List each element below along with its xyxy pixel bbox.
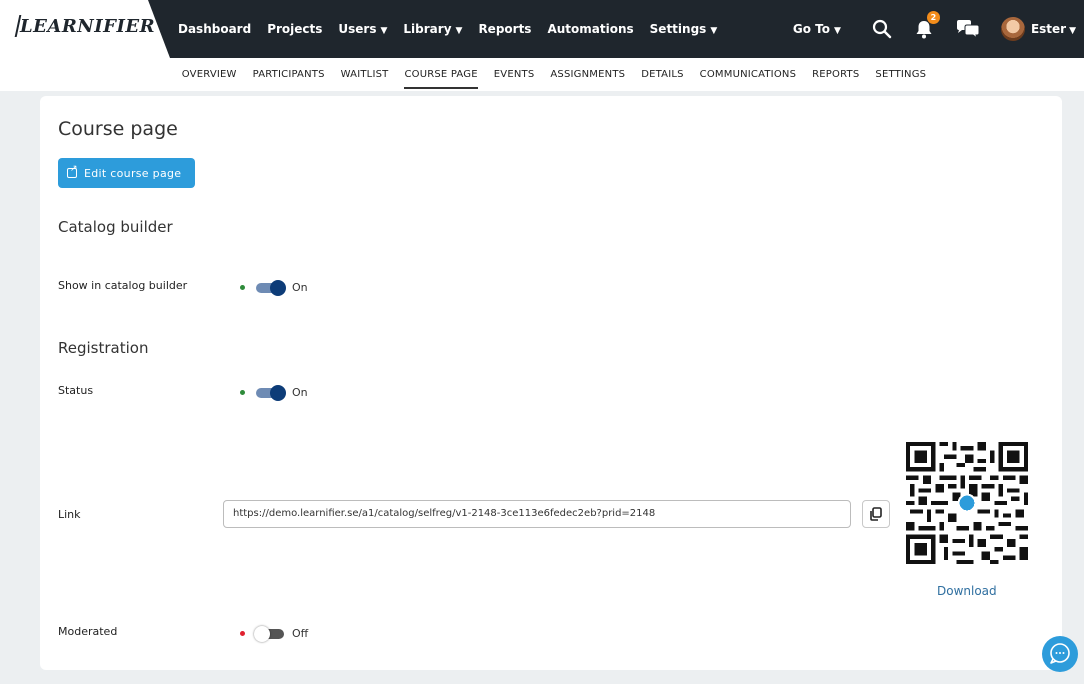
status-dot-on bbox=[240, 390, 245, 395]
nav-users-label: Users bbox=[338, 22, 377, 36]
chevron-down-icon: ▼ bbox=[1069, 26, 1076, 36]
tab-overview[interactable]: OVERVIEW bbox=[182, 58, 237, 91]
edit-course-page-button[interactable]: Edit course page bbox=[58, 158, 195, 188]
tab-waitlist[interactable]: WAITLIST bbox=[341, 58, 389, 91]
nav-projects[interactable]: Projects bbox=[267, 22, 322, 36]
show-in-catalog-label: Show in catalog builder bbox=[58, 279, 188, 292]
link-label: Link bbox=[58, 508, 81, 521]
status-label: Status bbox=[58, 384, 94, 397]
status-row: On bbox=[240, 384, 308, 401]
edit-course-page-label: Edit course page bbox=[84, 166, 182, 180]
registration-status-state: On bbox=[292, 386, 308, 399]
chevron-down-icon: ▼ bbox=[455, 26, 463, 36]
toggle-knob bbox=[270, 384, 286, 401]
registration-link-field[interactable]: https://demo.learnifier.se/a1/catalog/se… bbox=[223, 500, 851, 528]
messages-button[interactable] bbox=[955, 18, 981, 40]
moderated-row: Off bbox=[240, 625, 309, 642]
user-menu[interactable]: Ester ▼ bbox=[1031, 22, 1076, 36]
toggle-knob bbox=[254, 625, 270, 642]
qr-code bbox=[906, 442, 1028, 564]
tab-course-page[interactable]: COURSE PAGE bbox=[404, 58, 479, 91]
copy-link-button[interactable] bbox=[862, 500, 890, 528]
chevron-down-icon: ▼ bbox=[834, 26, 841, 36]
main-nav: Dashboard Projects Users ▼ Library ▼ Repor… bbox=[178, 0, 717, 58]
chevron-down-icon: ▼ bbox=[710, 26, 718, 36]
logo-area[interactable]: LEARNIFIER bbox=[0, 0, 170, 58]
notification-badge: 2 bbox=[926, 11, 940, 24]
external-link-icon bbox=[67, 164, 78, 178]
course-page-card: Course page Edit course page Catalog bui… bbox=[40, 96, 1062, 670]
toggle-knob bbox=[270, 279, 286, 296]
nav-projects-label: Projects bbox=[267, 22, 323, 36]
moderated-toggle[interactable] bbox=[254, 625, 284, 642]
user-name: Ester bbox=[1030, 22, 1067, 36]
header-tools: Go To ▼ 2 Ester ▼ bbox=[793, 0, 1084, 58]
show-in-catalog-toggle[interactable] bbox=[256, 279, 286, 296]
nav-automations-label: Automations bbox=[547, 22, 634, 36]
nav-settings-label: Settings bbox=[649, 22, 707, 36]
nav-reports-label: Reports bbox=[478, 22, 532, 36]
nav-dashboard-label: Dashboard bbox=[178, 22, 252, 36]
status-dot-on bbox=[240, 285, 245, 290]
support-chat-button[interactable] bbox=[1042, 636, 1078, 672]
nav-settings[interactable]: Settings ▼ bbox=[650, 22, 718, 36]
catalog-builder-heading: Catalog builder bbox=[58, 218, 173, 236]
tab-events[interactable]: EVENTS bbox=[494, 58, 535, 91]
moderated-state: Off bbox=[292, 627, 309, 640]
copy-icon bbox=[870, 507, 882, 521]
tab-assignments[interactable]: ASSIGNMENTS bbox=[550, 58, 625, 91]
show-in-catalog-row: On bbox=[240, 279, 308, 296]
nav-users[interactable]: Users ▼ bbox=[338, 22, 387, 36]
tab-reports[interactable]: REPORTS bbox=[812, 58, 859, 91]
page-title: Course page bbox=[58, 118, 178, 140]
moderated-label: Moderated bbox=[58, 625, 118, 638]
tab-communications[interactable]: COMMUNICATIONS bbox=[700, 58, 796, 91]
nav-reports[interactable]: Reports bbox=[478, 22, 531, 36]
goto-label: Go To bbox=[792, 22, 831, 36]
registration-heading: Registration bbox=[58, 339, 149, 357]
show-in-catalog-state: On bbox=[292, 281, 308, 294]
nav-dashboard[interactable]: Dashboard bbox=[178, 22, 251, 36]
learnifier-logo[interactable]: LEARNIFIER bbox=[20, 16, 155, 37]
nav-library-label: Library bbox=[403, 22, 452, 36]
avatar[interactable] bbox=[1000, 17, 1025, 41]
chat-icon bbox=[1050, 643, 1070, 664]
search-button[interactable] bbox=[871, 18, 893, 40]
search-icon bbox=[872, 19, 892, 39]
tab-participants[interactable]: PARTICIPANTS bbox=[253, 58, 325, 91]
chevron-down-icon: ▼ bbox=[380, 26, 388, 36]
course-subnav: OVERVIEW PARTICIPANTS WAITLIST COURSE PA… bbox=[0, 58, 1084, 91]
tab-settings[interactable]: SETTINGS bbox=[875, 58, 926, 91]
registration-status-toggle[interactable] bbox=[256, 384, 286, 401]
chat-bubbles-icon bbox=[956, 20, 980, 40]
status-dot-off bbox=[240, 631, 245, 636]
top-navbar: LEARNIFIER Dashboard Projects Users ▼ Lib… bbox=[0, 0, 1084, 58]
nav-automations[interactable]: Automations bbox=[547, 22, 633, 36]
tab-details[interactable]: DETAILS bbox=[641, 58, 683, 91]
notifications-button[interactable]: 2 bbox=[913, 11, 940, 40]
qr-download-link[interactable]: Download bbox=[937, 584, 997, 598]
nav-library[interactable]: Library ▼ bbox=[403, 22, 462, 36]
goto-dropdown[interactable]: Go To ▼ bbox=[793, 22, 841, 36]
